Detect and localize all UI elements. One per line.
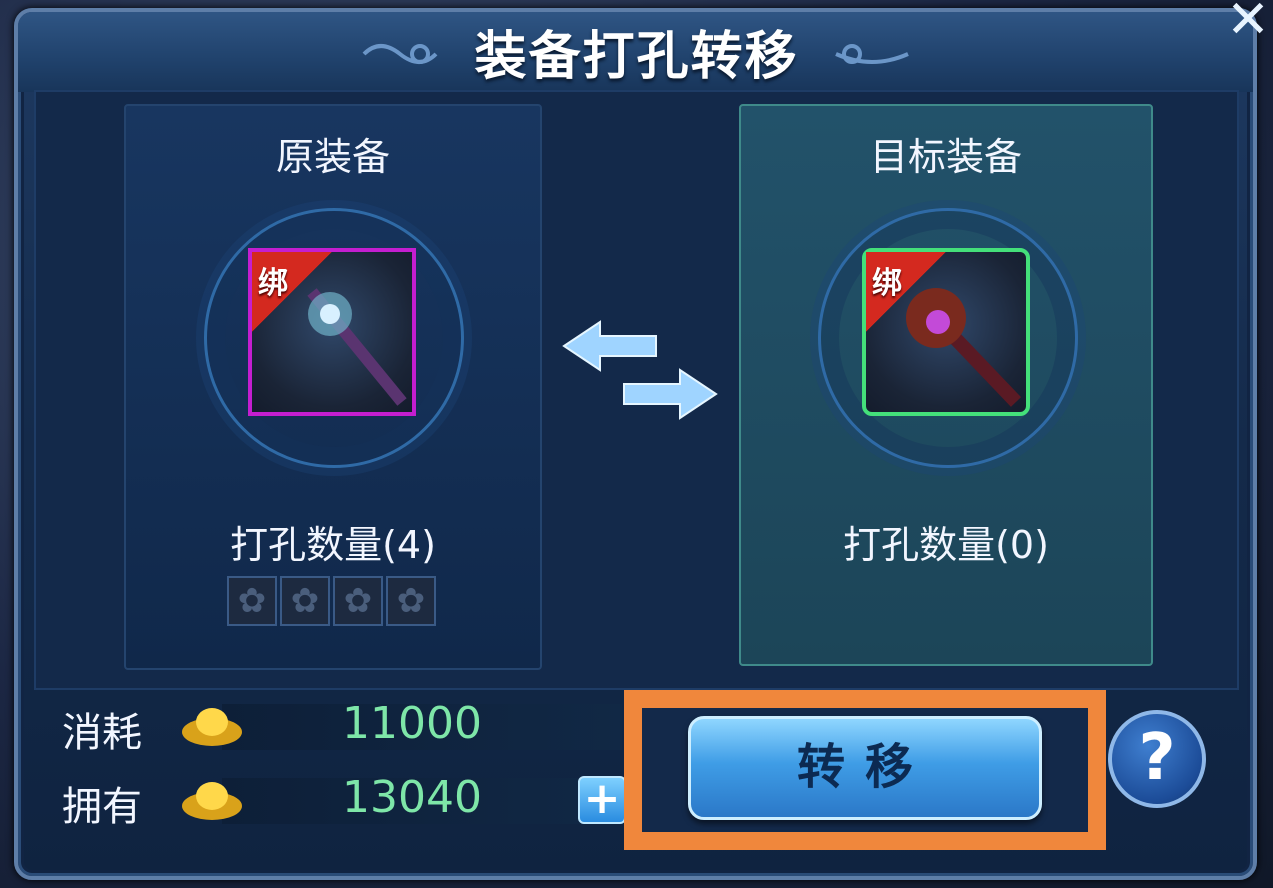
owned-value: 13040 [342, 772, 482, 823]
target-equipment-slot[interactable]: 绑 [862, 248, 1030, 416]
add-currency-button[interactable]: + [578, 776, 626, 824]
transfer-button[interactable]: 转移 [688, 716, 1042, 820]
cost-row: 消耗 11000 [52, 698, 622, 756]
source-holes-label: 打孔数量(4) [230, 523, 436, 567]
owned-row: 拥有 13040 [52, 772, 622, 830]
target-holes-label: 打孔数量(0) [843, 523, 1049, 567]
socket-slot: ✿ [280, 576, 330, 626]
mace-weapon-icon [906, 288, 1022, 407]
socket-slot: ✿ [227, 576, 277, 626]
close-icon[interactable]: ✕ [1223, 0, 1273, 50]
dialog-title: 装备打孔转移 [474, 27, 799, 87]
help-button[interactable]: ? [1108, 710, 1206, 808]
gold-ingot-icon [182, 782, 242, 820]
target-panel-title: 目标装备 [869, 135, 1022, 179]
cost-label: 消耗 [62, 710, 142, 756]
socket-slot: ✿ [386, 576, 436, 626]
swap-arrows-icon [562, 320, 718, 420]
staff-weapon-icon [307, 288, 407, 406]
cost-value: 11000 [342, 698, 482, 749]
gold-ingot-icon [182, 708, 242, 746]
owned-label: 拥有 [62, 784, 142, 830]
socket-slot: ✿ [333, 576, 383, 626]
source-equipment-slot[interactable]: 绑 [248, 248, 416, 416]
source-panel-title: 原装备 [275, 135, 390, 179]
